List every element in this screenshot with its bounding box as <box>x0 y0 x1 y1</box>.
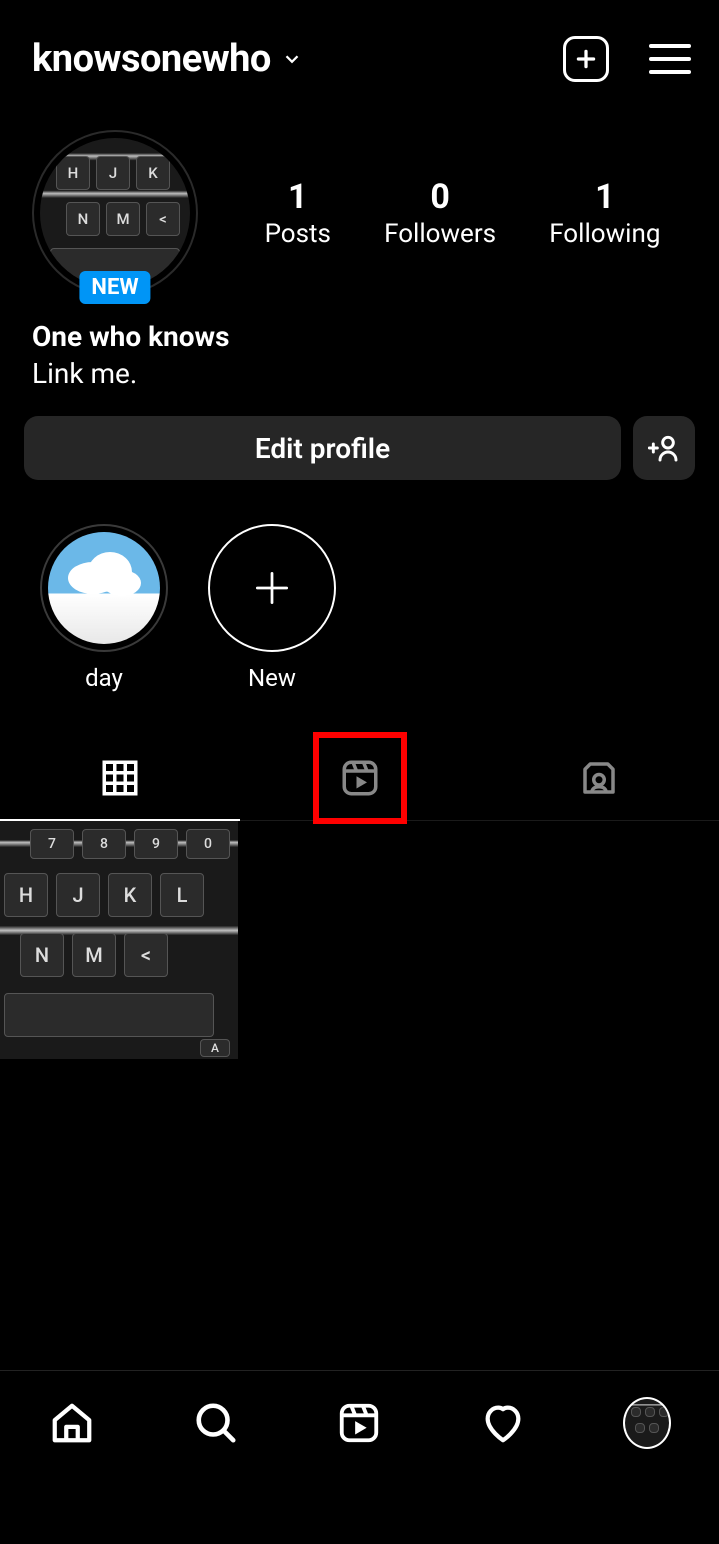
following-count: 1 <box>549 177 660 217</box>
following-stat[interactable]: 1 Following <box>549 177 660 249</box>
username: knowsonewho <box>32 37 271 81</box>
nav-reels[interactable] <box>335 1399 383 1447</box>
heart-icon <box>480 1400 526 1446</box>
grid-icon <box>99 757 141 799</box>
home-icon <box>49 1400 95 1446</box>
nav-search[interactable] <box>192 1399 240 1447</box>
display-name: One who knows <box>32 320 687 353</box>
header-actions <box>563 36 691 82</box>
menu-button[interactable] <box>649 43 691 75</box>
story-highlights: day New <box>0 480 719 714</box>
edit-profile-button[interactable]: Edit profile <box>24 416 621 480</box>
profile-avatar[interactable]: H J K N M < NEW <box>32 130 198 296</box>
following-label: Following <box>549 219 660 249</box>
profile-bio: One who knows Link me. <box>0 306 719 390</box>
bio-text: Link me. <box>32 357 687 390</box>
nav-home[interactable] <box>48 1399 96 1447</box>
add-user-icon <box>648 432 680 464</box>
bottom-nav <box>0 1370 719 1544</box>
discover-people-button[interactable] <box>633 416 695 480</box>
highlight-label: day <box>85 664 123 692</box>
posts-stat[interactable]: 1 Posts <box>265 177 331 249</box>
highlight-new[interactable]: New <box>208 524 336 692</box>
nav-activity[interactable] <box>479 1399 527 1447</box>
posts-label: Posts <box>265 219 331 249</box>
tab-reels[interactable] <box>240 736 480 820</box>
nav-profile[interactable] <box>623 1399 671 1447</box>
profile-stats: 1 Posts 0 Followers 1 Following <box>238 177 687 249</box>
tab-grid[interactable] <box>0 736 240 820</box>
edit-profile-label: Edit profile <box>255 432 390 465</box>
highlight-day[interactable]: day <box>40 524 168 692</box>
followers-stat[interactable]: 0 Followers <box>384 177 496 249</box>
tab-tagged[interactable] <box>479 736 719 820</box>
search-icon <box>193 1400 239 1446</box>
reels-icon <box>339 757 381 799</box>
new-badge: NEW <box>79 271 150 304</box>
highlight-new-label: New <box>248 664 296 692</box>
profile-header: knowsonewho <box>0 0 719 102</box>
username-switcher[interactable]: knowsonewho <box>32 37 303 81</box>
avatar-icon <box>623 1397 671 1449</box>
posts-grid: 7 8 9 0 H J K L N M < A <box>0 821 719 1059</box>
plus-icon <box>250 566 294 610</box>
reels-icon <box>336 1400 382 1446</box>
chevron-down-icon <box>281 48 303 70</box>
followers-count: 0 <box>384 177 496 217</box>
profile-actions: Edit profile <box>0 390 719 480</box>
create-button[interactable] <box>563 36 609 82</box>
post-thumbnail[interactable]: 7 8 9 0 H J K L N M < A <box>0 821 238 1059</box>
followers-label: Followers <box>384 219 496 249</box>
profile-info-row: H J K N M < NEW 1 Posts 0 Followers 1 Fo… <box>0 102 719 306</box>
tagged-icon <box>578 757 620 799</box>
profile-tabs <box>0 736 719 821</box>
posts-count: 1 <box>265 177 331 217</box>
